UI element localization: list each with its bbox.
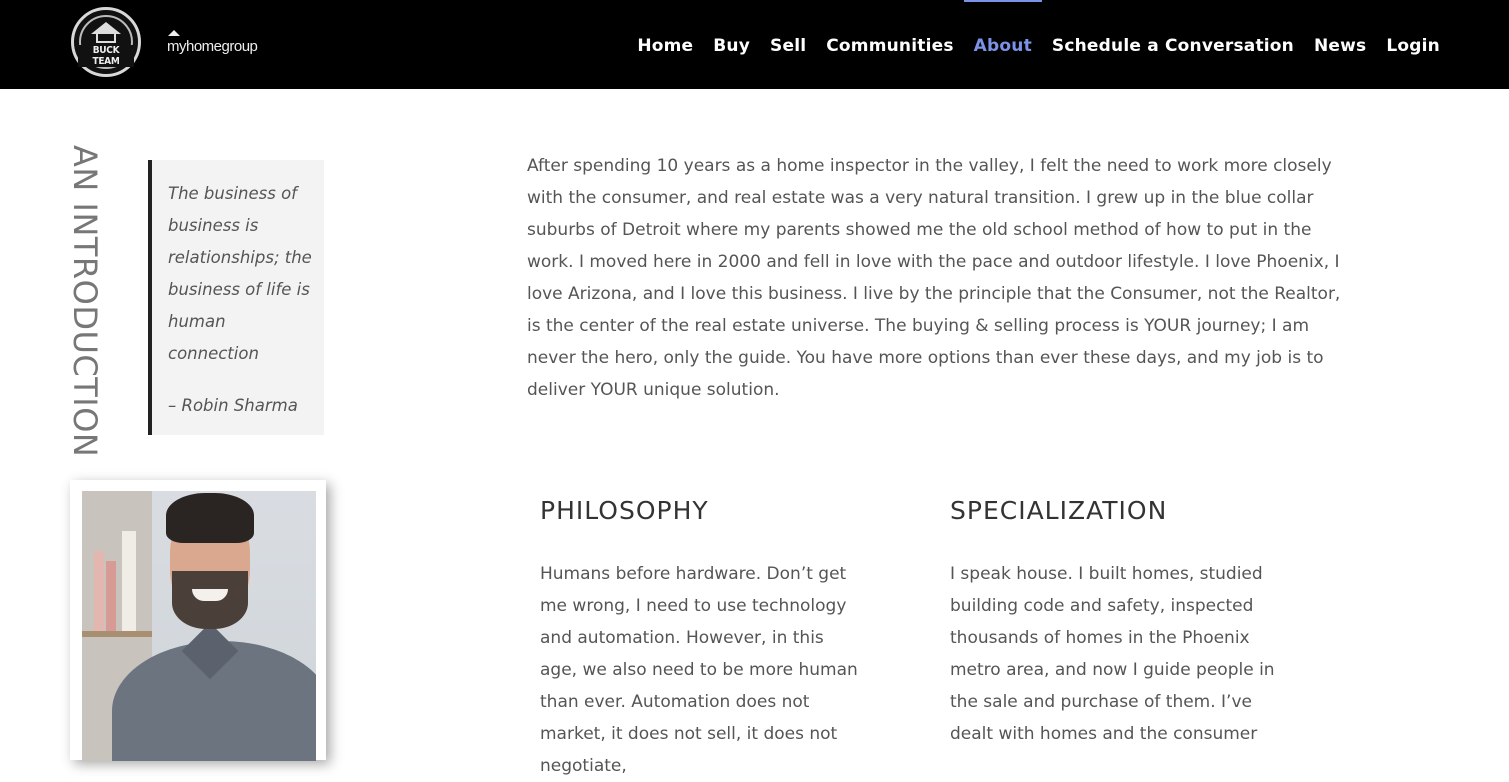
nav-home[interactable]: Home — [627, 34, 703, 58]
quote-text: The business of business is relationship… — [168, 184, 312, 363]
photo-book — [122, 531, 136, 631]
philosophy-text: Humans before hardware. Don’t get me wro… — [540, 564, 858, 776]
philosophy-heading: PHILOSOPHY — [540, 496, 709, 525]
myhomegroup-logo[interactable]: myhomegroup — [167, 30, 258, 60]
specialization-text: I speak house. I built homes, studied bu… — [950, 564, 1275, 744]
nav-about[interactable]: About — [963, 0, 1043, 58]
site-header: BUCK TEAM myhomegroup Home Buy Sell Comm… — [0, 0, 1509, 89]
quote-author: – Robin Sharma — [168, 396, 298, 415]
nav-news[interactable]: News — [1304, 34, 1376, 58]
section-title-introduction: AN INTRODUCTION — [66, 145, 104, 458]
house-body-icon — [96, 33, 116, 43]
nav-schedule-conversation[interactable]: Schedule a Conversation — [1042, 34, 1304, 58]
nav-sell[interactable]: Sell — [760, 34, 816, 58]
photo-book — [94, 551, 104, 631]
quote-block: The business of business is relationship… — [148, 160, 324, 435]
nav-buy[interactable]: Buy — [703, 34, 760, 58]
photo-shelf-board — [82, 631, 152, 637]
photo-book — [106, 561, 116, 631]
intro-paragraph: After spending 10 years as a home inspec… — [527, 156, 1341, 400]
buck-team-logo[interactable]: BUCK TEAM — [71, 7, 141, 77]
agent-photo — [82, 491, 316, 761]
logo-text: BUCK TEAM — [78, 45, 134, 67]
nav-communities[interactable]: Communities — [816, 34, 963, 58]
nav-login[interactable]: Login — [1376, 34, 1440, 58]
main-nav: Home Buy Sell Communities About Schedule… — [627, 0, 1440, 58]
myhomegroup-logo-text: myhomegroup — [167, 38, 258, 55]
photo-hair — [166, 493, 254, 543]
specialization-heading: SPECIALIZATION — [950, 496, 1168, 525]
agent-photo-frame — [70, 480, 326, 761]
